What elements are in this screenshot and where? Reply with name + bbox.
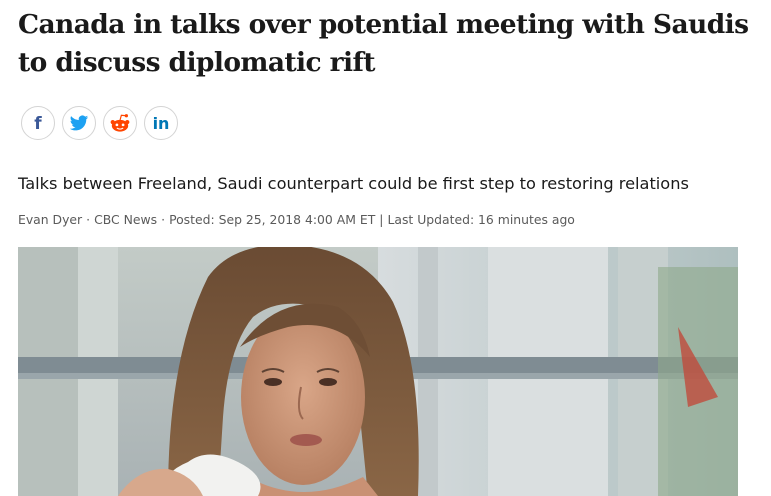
article-headline: Canada in talks over potential meeting w… — [18, 9, 749, 78]
hero-photo — [18, 247, 738, 496]
hero-image — [18, 247, 738, 496]
byline-separator: | — [379, 212, 384, 227]
byline-posted: Posted: Sep 25, 2018 4:00 AM ET — [169, 212, 376, 227]
reddit-icon — [110, 114, 130, 132]
facebook-icon: f — [34, 114, 42, 133]
share-facebook-button[interactable]: f — [21, 106, 55, 140]
byline-dot: · — [161, 212, 166, 227]
byline-dot: · — [86, 212, 91, 227]
linkedin-icon: in — [153, 114, 170, 133]
byline-source: CBC News — [94, 212, 158, 227]
svg-text:f: f — [34, 114, 42, 133]
twitter-icon — [69, 115, 89, 131]
svg-text:in: in — [153, 114, 170, 133]
share-linkedin-button[interactable]: in — [144, 106, 178, 140]
share-twitter-button[interactable] — [62, 106, 96, 140]
byline-updated: Last Updated: 16 minutes ago — [387, 212, 575, 227]
share-bar: f in — [21, 106, 178, 140]
byline-author: Evan Dyer — [18, 212, 83, 227]
share-reddit-button[interactable] — [103, 106, 137, 140]
article-page: Canada in talks over potential meeting w… — [0, 0, 771, 496]
article-byline: Evan Dyer · CBC News · Posted: Sep 25, 2018 … — [18, 211, 575, 229]
article-deck: Talks between Freeland, Saudi counterpar… — [18, 174, 689, 193]
